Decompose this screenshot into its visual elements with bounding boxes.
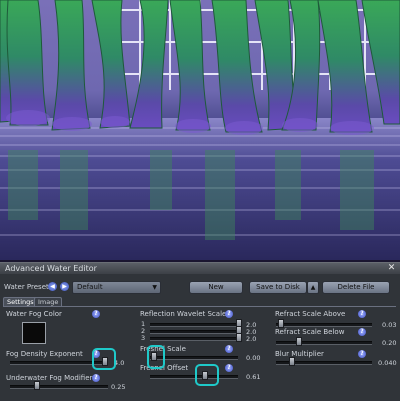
new-preset-button[interactable]: New: [189, 281, 243, 294]
water-presets-dropdown[interactable]: Default ▼: [72, 281, 161, 294]
help-icon[interactable]: ?: [225, 364, 233, 372]
help-icon[interactable]: ?: [358, 310, 366, 318]
water-presets-selected: Default: [77, 283, 103, 291]
fresnel-scale-value: 0.00: [246, 354, 261, 362]
save-options-arrow-icon[interactable]: ▲: [307, 281, 319, 294]
title-bar[interactable]: Advanced Water Editor ✕: [0, 263, 400, 274]
wavelet-slider-track[interactable]: [150, 330, 238, 334]
chevron-down-icon: ▼: [152, 284, 157, 291]
tab-divider: [3, 306, 396, 307]
blur-slider-thumb[interactable]: [289, 357, 295, 366]
fresnel-offset-slider-track[interactable]: [150, 375, 238, 379]
close-icon[interactable]: ✕: [387, 264, 396, 273]
reflection-wavelet-scale-label: Reflection Wavelet Scale: [140, 310, 227, 318]
wavelet-slider-track[interactable]: [150, 323, 238, 327]
wavelet-value: 2.0: [246, 335, 257, 343]
wavelet-row-index: 3: [141, 334, 146, 342]
water-scene-viewport: [0, 0, 400, 260]
blur-value: 0.040: [378, 359, 397, 367]
blur-multiplier-label: Blur Multiplier: [275, 350, 324, 358]
refract-above-slider-thumb[interactable]: [278, 319, 284, 328]
help-icon[interactable]: ?: [358, 350, 366, 358]
refract-scale-above-label: Refract Scale Above: [275, 310, 346, 318]
refract-scale-below-label: Refract Scale Below: [275, 328, 345, 336]
underwater-fog-value: 0.25: [111, 383, 126, 391]
help-icon[interactable]: ?: [225, 310, 233, 318]
save-to-disk-button[interactable]: Save to Disk: [249, 281, 307, 294]
underwater-fog-modifier-label: Underwater Fog Modifier: [6, 374, 93, 382]
delete-file-button[interactable]: Delete File: [322, 281, 390, 294]
window-title: Advanced Water Editor: [5, 264, 97, 273]
fog-density-exponent-label: Fog Density Exponent: [6, 350, 83, 358]
wavelet-slider-track[interactable]: [150, 337, 238, 341]
scene-graphic: [0, 0, 400, 260]
underwater-fog-slider-thumb[interactable]: [34, 381, 40, 390]
refract-above-value: 0.03: [382, 321, 397, 329]
fresnel-offset-value: 0.61: [246, 373, 261, 381]
water-fog-color-label: Water Fog Color: [6, 310, 62, 318]
help-icon[interactable]: ?: [225, 345, 233, 353]
refract-below-slider-thumb[interactable]: [296, 337, 302, 346]
help-icon[interactable]: ?: [358, 328, 366, 336]
help-icon[interactable]: ?: [92, 310, 100, 318]
water-fog-color-swatch[interactable]: [22, 322, 46, 344]
preset-prev-arrow-icon[interactable]: ◀: [48, 282, 57, 291]
refract-below-value: 0.20: [382, 339, 397, 347]
highlight-marker: [92, 348, 116, 370]
highlight-marker: [195, 364, 219, 386]
refract-above-slider-track[interactable]: [276, 323, 372, 327]
refract-below-slider-track[interactable]: [276, 341, 372, 345]
help-icon[interactable]: ?: [92, 374, 100, 382]
wavelet-slider-thumb[interactable]: [236, 333, 242, 342]
underwater-fog-slider-track[interactable]: [10, 385, 108, 389]
highlight-marker: [147, 345, 165, 369]
preset-next-arrow-icon[interactable]: ▶: [60, 282, 69, 291]
